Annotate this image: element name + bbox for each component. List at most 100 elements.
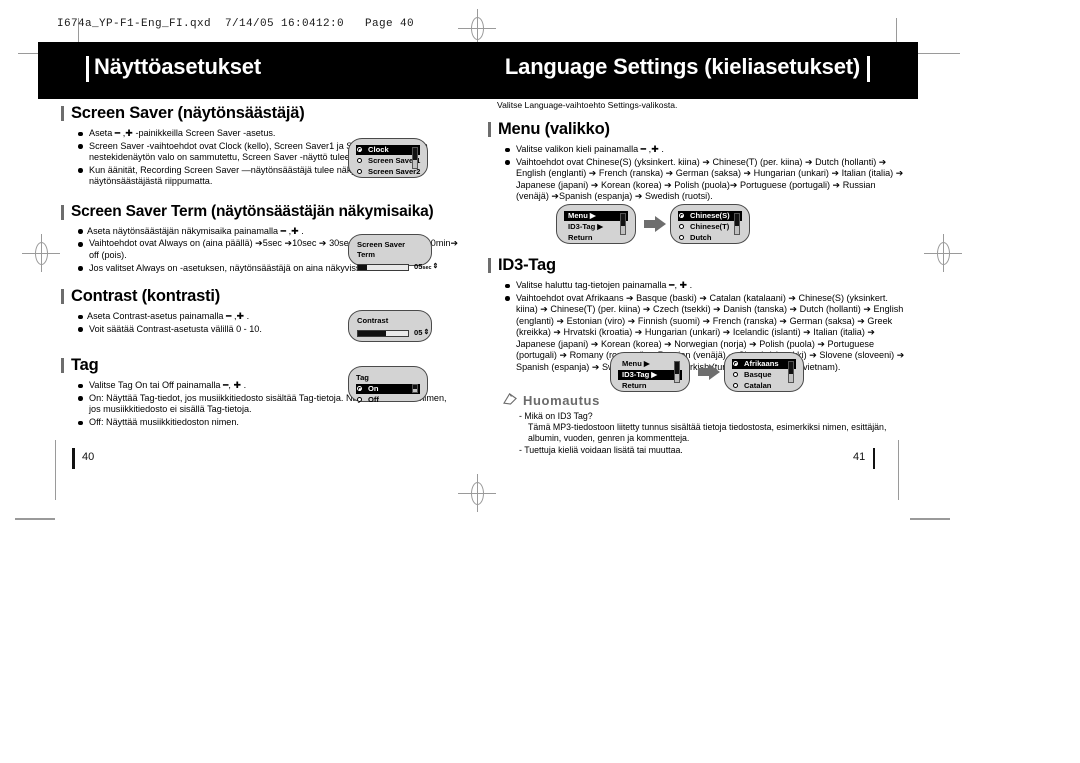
- lcd-title: Tag: [356, 373, 369, 382]
- chevron-right-icon: ▶: [643, 359, 650, 368]
- value-slider[interactable]: 05⇕: [357, 328, 429, 338]
- lcd-option-label: Off: [368, 395, 379, 404]
- lcd-screen: Menu ▶ ID3-Tag ▶ Return: [618, 359, 682, 390]
- lcd-option-row[interactable]: Catalan: [732, 381, 796, 391]
- lcd-option-label: On: [368, 384, 379, 393]
- lcd-option-label: Catalan: [744, 381, 772, 390]
- lcd-menu-row-return[interactable]: Return: [564, 233, 628, 243]
- lcd-option-row[interactable]: Basque: [732, 370, 796, 380]
- radio-icon: [679, 224, 684, 230]
- lcd-contrast: Contrast 05⇕: [348, 310, 432, 342]
- radio-icon: [357, 169, 362, 175]
- note-line: - Mikä on ID3 Tag?: [519, 410, 593, 421]
- file-info-strip: I674a_YP-F1-Eng_FI.qxd 7/14/05 16:0412:0…: [57, 18, 415, 30]
- chevron-right-icon: ▶: [597, 222, 604, 231]
- lcd-option-row[interactable]: Chinese(T): [678, 222, 742, 232]
- slider-track: [357, 330, 409, 337]
- chevron-right-icon: ▶: [589, 211, 596, 220]
- lcd-option-row[interactable]: Chinese(S): [678, 211, 742, 221]
- lcd-option-row[interactable]: Clock: [356, 145, 420, 155]
- lcd-settings-menu-list-id3: Menu ▶ ID3-Tag ▶ Return: [610, 352, 690, 392]
- lcd-option-label: Chinese(S): [690, 211, 730, 220]
- lcd-menu-label: ID3-Tag: [568, 222, 596, 231]
- registration-mark-right-center: [924, 234, 962, 272]
- chevron-right-icon: ▶: [651, 370, 658, 379]
- lcd-option-row[interactable]: On: [356, 384, 420, 394]
- lcd-menu-row-menu[interactable]: Menu ▶: [618, 359, 682, 369]
- page-number-right-value: 41: [853, 451, 866, 463]
- scrollbar[interactable]: [674, 361, 680, 383]
- lcd-screen: Chinese(S) Chinese(T) Dutch: [678, 211, 742, 242]
- lcd-screen: Menu ▶ ID3-Tag ▶ Return: [564, 211, 628, 242]
- lcd-option-label: Clock: [368, 145, 389, 154]
- lcd-menu-row-id3tag[interactable]: ID3-Tag ▶: [564, 222, 628, 232]
- lcd-screen: Tag On Off: [356, 373, 420, 404]
- section-heading-id3-tag: ID3-Tag: [487, 256, 907, 275]
- lcd-tag-options: Tag On Off: [348, 366, 428, 404]
- page-number-right: 41: [853, 448, 876, 469]
- scrollbar[interactable]: [412, 384, 418, 393]
- note-line: - Tuettuja kieliä voidaan lisätä tai muu…: [519, 444, 683, 455]
- note-body: - Mikä on ID3 Tag? Tämä MP3-tiedostoon l…: [519, 411, 907, 457]
- lcd-menu-row-menu[interactable]: Menu ▶: [564, 211, 628, 221]
- note-pencil-icon: [503, 392, 518, 405]
- intro-text: Valitse Language-vaihtoehto Settings-val…: [497, 100, 678, 110]
- radio-selected-icon: [733, 361, 738, 367]
- value-slider[interactable]: 05sec⇕: [357, 262, 438, 272]
- scrollbar[interactable]: [412, 147, 418, 169]
- lcd-option-row[interactable]: Afrikaans: [732, 359, 796, 369]
- lcd-option-row[interactable]: Screen Saver1: [356, 156, 420, 166]
- list-item: Vaihtoehdot ovat Afrikaans ➔ Basque (bas…: [505, 293, 907, 374]
- header-left-rule: [86, 56, 89, 82]
- section-heading-screen-saver-term: Screen Saver Term (näytönsäästäjän näkym…: [60, 203, 460, 221]
- flow-arrow-icon: [644, 216, 666, 232]
- crop-mark-bottom-left-horizontal: [15, 518, 55, 520]
- radio-icon: [679, 235, 684, 241]
- lcd-menu-language-list: Chinese(S) Chinese(T) Dutch: [670, 204, 750, 244]
- page-title-right: Language Settings (kieliasetukset): [504, 54, 860, 79]
- folio-rule: [72, 448, 75, 469]
- lcd-option-label: Afrikaans: [744, 359, 779, 368]
- lcd-option-label: Basque: [744, 370, 772, 379]
- lcd-option-row[interactable]: Dutch: [678, 233, 742, 243]
- page-header-band: Näyttöasetukset Language Settings (kieli…: [38, 42, 918, 99]
- lcd-menu-row-id3tag[interactable]: ID3-Tag ▶: [618, 370, 682, 380]
- slider-value: 05sec⇕: [414, 262, 439, 271]
- radio-icon: [733, 383, 738, 389]
- note-heading-label: Huomautus: [523, 392, 600, 408]
- slider-fill: [358, 331, 386, 336]
- lcd-menu-row-return[interactable]: Return: [618, 381, 682, 391]
- crop-mark-bottom-right-horizontal: [910, 518, 950, 520]
- lcd-screen: Screen Saver Term 05sec⇕: [357, 240, 438, 271]
- scrollbar[interactable]: [620, 213, 626, 235]
- bullet-list-menu: Valitse valikon kieli painamalla ━ ,✚ . …: [487, 144, 907, 203]
- radio-icon: [357, 397, 362, 403]
- section-heading-screen-saver: Screen Saver (näytönsäästäjä): [60, 104, 460, 123]
- note-line: Tämä MP3-tiedostoon liitetty tunnus sisä…: [528, 422, 887, 444]
- lcd-screen: Afrikaans Basque Catalan: [732, 359, 796, 390]
- scrollbar[interactable]: [734, 213, 740, 235]
- right-page-column: Valitse Language-vaihtoehto Settings-val…: [487, 100, 907, 456]
- lcd-option-row[interactable]: Off: [356, 395, 420, 405]
- radio-selected-icon: [679, 213, 684, 219]
- list-item: Off: Näyttää musiikkitiedoston nimen.: [78, 417, 460, 429]
- folio-rule: [872, 448, 876, 469]
- lcd-option-row[interactable]: Screen Saver2: [356, 167, 420, 177]
- lcd-settings-menu-list: Menu ▶ ID3-Tag ▶ Return: [556, 204, 636, 244]
- lcd-menu-label: Return: [568, 233, 593, 242]
- slider-value: 05⇕: [414, 328, 430, 337]
- radio-icon: [357, 158, 362, 164]
- up-down-arrows-icon[interactable]: ⇕: [432, 263, 438, 270]
- lcd-screen: Contrast 05⇕: [357, 316, 429, 338]
- lcd-title: Screen Saver Term: [357, 240, 406, 259]
- lcd-menu-label: Menu: [568, 211, 588, 220]
- list-item: Valitse haluttu tag-tietojen painamalla …: [505, 280, 907, 292]
- radio-selected-icon: [357, 147, 362, 153]
- lcd-id3tag-language-list: Afrikaans Basque Catalan: [724, 352, 804, 392]
- up-down-arrows-icon[interactable]: ⇕: [423, 329, 429, 336]
- note-heading: Huomautus: [503, 393, 907, 408]
- page-number-left-value: 40: [82, 451, 95, 463]
- scrollbar[interactable]: [788, 361, 794, 383]
- slider-track: [357, 264, 409, 271]
- header-right-rule: [867, 56, 870, 82]
